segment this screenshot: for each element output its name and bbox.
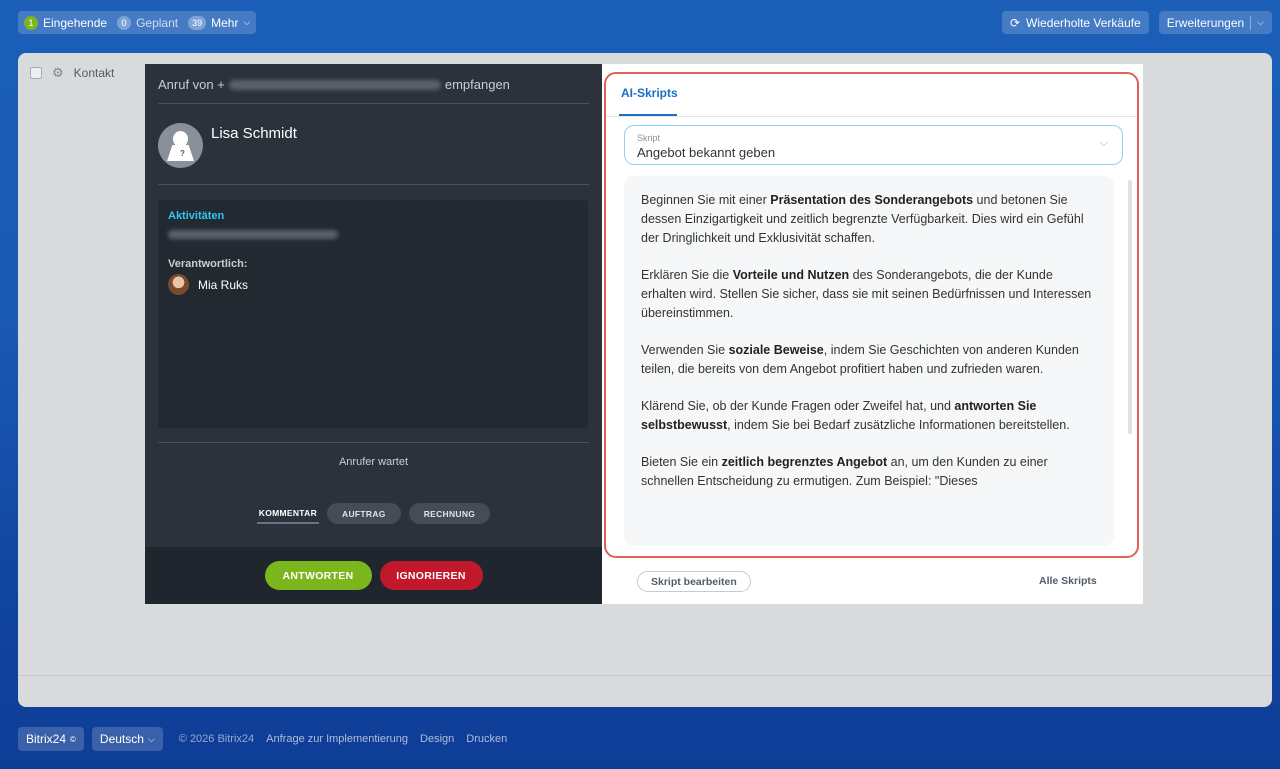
call-panel: Anruf von + empfangen ? Lisa Schmidt Akt… — [145, 64, 602, 604]
incoming-label: Eingehende — [43, 15, 108, 30]
blurred-phone — [228, 79, 441, 90]
top-filter-bar: 1 Eingehende 0 Geplant 39 Mehr ⌵ — [18, 11, 257, 34]
avatar — [168, 274, 189, 295]
chevron-down-icon: ⌵ — [1257, 17, 1264, 27]
divider — [18, 675, 1272, 676]
edit-script-button[interactable]: Skript bearbeiten — [637, 571, 751, 592]
divider — [606, 116, 1139, 117]
ai-scripts-panel: AI-Skripts Skript Angebot bekannt geben … — [602, 64, 1143, 604]
footer-link-implementation[interactable]: Anfrage zur Implementierung — [266, 733, 408, 745]
top-right-actions: ⟳ Wiederholte Verkäufe Erweiterungen ⌵ — [1001, 11, 1272, 34]
script-select-value: Angebot bekannt geben — [637, 145, 776, 160]
footer-link-design[interactable]: Design — [420, 733, 454, 745]
counter-group: 1 Eingehende 0 Geplant 39 Mehr ⌵ — [18, 11, 257, 34]
footer: Bitrix24 © Deutsch ⌵ © 2026 Bitrix24 Anf… — [18, 727, 507, 751]
tab-invoice[interactable]: RECHNUNG — [408, 503, 491, 524]
tab-order[interactable]: AUFTRAG — [327, 503, 401, 524]
call-actions: ANTWORTEN IGNORIEREN — [145, 547, 602, 604]
caller-waiting-status: Anrufer wartet — [338, 456, 409, 468]
chevron-down-icon: ⌵ — [147, 733, 155, 744]
repeat-icon: ⟳ — [1009, 15, 1021, 30]
more-label: Mehr — [211, 15, 239, 30]
responsible-name: Mia Ruks — [198, 277, 249, 292]
extensions-label: Erweiterungen — [1166, 15, 1245, 30]
column-contact: Kontakt — [73, 66, 115, 80]
repeat-sales-button[interactable]: ⟳ Wiederholte Verkäufe — [1001, 11, 1149, 34]
responsible-label: Verantwortlich: — [168, 258, 248, 270]
brand-label: Bitrix24 — [26, 732, 67, 746]
script-scrollbar[interactable] — [1128, 180, 1132, 434]
filter-more[interactable]: 39 Mehr ⌵ — [188, 15, 251, 30]
activities-title[interactable]: Aktivitäten — [168, 210, 224, 222]
footer-link-print[interactable]: Drucken — [466, 733, 507, 745]
call-title-prefix: Anruf von + — [158, 77, 225, 92]
question-icon: ? — [180, 149, 185, 158]
ignore-button[interactable]: IGNORIEREN — [379, 561, 483, 590]
brand-mark: © — [70, 734, 76, 744]
divider — [158, 442, 589, 443]
copyright: © 2026 Bitrix24 — [178, 733, 255, 745]
script-paragraph: Beginnen Sie mit einer Präsentation des … — [641, 193, 1084, 245]
planned-count: 0 — [117, 15, 132, 30]
user-icon — [173, 131, 188, 147]
repeat-sales-label: Wiederholte Verkäufe — [1026, 15, 1141, 30]
all-scripts-link[interactable]: Alle Skripts — [1039, 575, 1097, 587]
divider — [158, 103, 589, 104]
script-paragraph: Bieten Sie ein zeitlich begrenztes Angeb… — [641, 455, 1048, 488]
call-title: Anruf von + empfangen — [158, 77, 510, 92]
script-content: Beginnen Sie mit einer Präsentation des … — [624, 176, 1114, 546]
divider — [158, 184, 589, 185]
filter-incoming[interactable]: 1 Eingehende — [24, 15, 108, 30]
call-tabs: KOMMENTAR AUFTRAG RECHNUNG — [145, 503, 602, 524]
chevron-down-icon: ⌵ — [243, 17, 251, 27]
language-select[interactable]: Deutsch ⌵ — [91, 727, 163, 751]
caller-avatar: ? — [158, 123, 203, 168]
bitrix24-button[interactable]: Bitrix24 © — [18, 727, 84, 751]
chevron-down-icon: ⌵ — [1099, 137, 1108, 149]
call-title-suffix: empfangen — [444, 77, 510, 92]
tab-ai-scripts[interactable]: AI-Skripts — [621, 86, 678, 100]
more-count: 39 — [188, 15, 207, 30]
extensions-button[interactable]: Erweiterungen ⌵ — [1158, 11, 1272, 34]
filter-planned[interactable]: 0 Geplant — [117, 15, 179, 30]
script-paragraph: Erklären Sie die Vorteile und Nutzen des… — [641, 268, 1092, 320]
incoming-count: 1 — [24, 15, 38, 30]
gear-icon[interactable]: ⚙ — [52, 65, 64, 81]
planned-label: Geplant — [136, 15, 179, 30]
responsible-user[interactable]: Mia Ruks — [168, 274, 248, 295]
caller-name[interactable]: Lisa Schmidt — [211, 125, 297, 142]
divider — [1250, 15, 1252, 30]
language-label: Deutsch — [99, 732, 144, 746]
script-paragraph: Verwenden Sie soziale Beweise, indem Sie… — [641, 343, 1079, 376]
select-all-checkbox[interactable] — [30, 67, 42, 79]
list-header: ⚙ Kontakt — [30, 65, 114, 81]
script-select-label: Skript — [637, 133, 661, 143]
blurred-activity — [168, 230, 338, 239]
script-select[interactable]: Skript Angebot bekannt geben ⌵ — [624, 125, 1123, 165]
script-paragraph: Klärend Sie, ob der Kunde Fragen oder Zw… — [641, 399, 1070, 432]
tab-comment[interactable]: KOMMENTAR — [256, 503, 320, 524]
answer-button[interactable]: ANTWORTEN — [264, 561, 372, 590]
activity-box: Aktivitäten Verantwortlich: Mia Ruks — [158, 200, 588, 428]
